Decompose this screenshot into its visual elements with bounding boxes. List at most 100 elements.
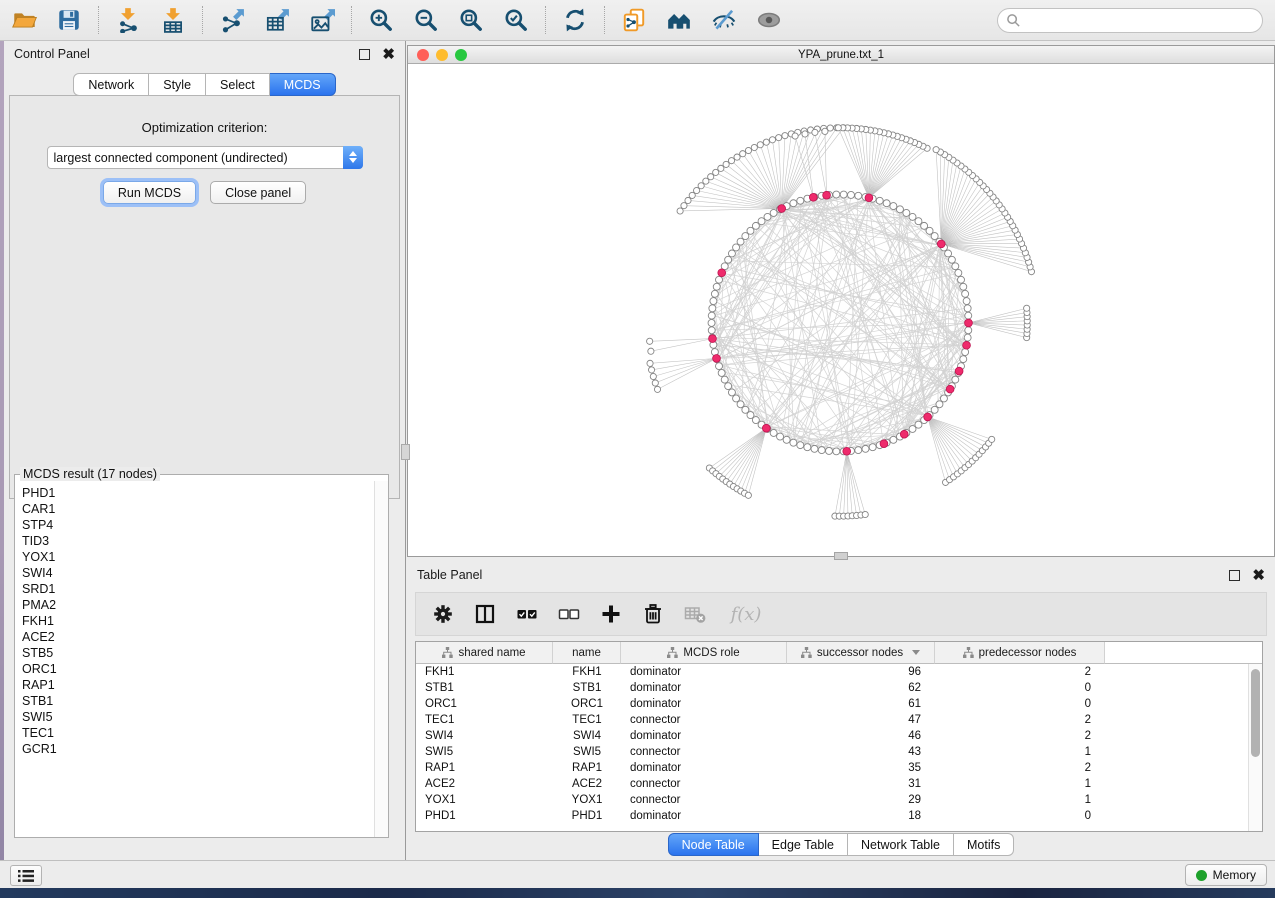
delete-table-button[interactable]: [682, 601, 708, 627]
first-neighbors-button[interactable]: [665, 6, 693, 34]
leaf-node[interactable]: [812, 129, 818, 135]
mcds-result-item[interactable]: YOX1: [22, 549, 367, 565]
network-node[interactable]: [848, 191, 855, 198]
network-node[interactable]: [833, 191, 840, 198]
run-mcds-button[interactable]: Run MCDS: [103, 181, 196, 204]
network-node[interactable]: [958, 276, 965, 283]
network-node[interactable]: [896, 206, 903, 213]
mcds-result-item[interactable]: FKH1: [22, 613, 367, 629]
leaf-node[interactable]: [751, 144, 757, 150]
leaf-node[interactable]: [802, 131, 808, 137]
leaf-node[interactable]: [734, 154, 740, 160]
close-panel-icon[interactable]: ✖: [382, 49, 395, 60]
network-node[interactable]: [952, 376, 959, 383]
export-table-button[interactable]: [263, 6, 291, 34]
network-node[interactable]: [963, 298, 970, 305]
network-node[interactable]: [770, 429, 777, 436]
table-settings-button[interactable]: [430, 601, 456, 627]
window-maximize-icon[interactable]: [455, 49, 467, 61]
network-node[interactable]: [797, 197, 804, 204]
leaf-node[interactable]: [776, 135, 782, 141]
zoom-fit-button[interactable]: [457, 6, 485, 34]
mcds-hub-node[interactable]: [778, 205, 786, 213]
leaf-node[interactable]: [792, 133, 798, 139]
network-node[interactable]: [869, 444, 876, 451]
refresh-view-button[interactable]: [561, 6, 589, 34]
function-builder-button[interactable]: f(x): [724, 601, 768, 627]
column-header-predecessor-nodes[interactable]: predecessor nodes: [935, 642, 1105, 664]
network-node[interactable]: [833, 448, 840, 455]
network-node[interactable]: [733, 395, 740, 402]
zoom-selected-button[interactable]: [502, 6, 530, 34]
leaf-node[interactable]: [648, 348, 654, 354]
network-node[interactable]: [728, 250, 735, 257]
tab-style[interactable]: Style: [149, 73, 206, 96]
leaf-node[interactable]: [782, 133, 788, 139]
network-node[interactable]: [909, 426, 916, 433]
mcds-hub-node[interactable]: [946, 385, 954, 393]
network-node[interactable]: [721, 376, 728, 383]
leaf-node[interactable]: [862, 511, 868, 517]
network-node[interactable]: [818, 447, 825, 454]
leaf-node[interactable]: [933, 147, 939, 153]
horizontal-splitter-handle[interactable]: [834, 552, 848, 560]
mcds-result-item[interactable]: STB1: [22, 693, 367, 709]
network-canvas[interactable]: [408, 65, 1274, 556]
network-node[interactable]: [876, 197, 883, 204]
mcds-result-item[interactable]: ORC1: [22, 661, 367, 677]
open-session-button[interactable]: [10, 6, 38, 34]
leaf-node[interactable]: [650, 373, 656, 379]
network-node[interactable]: [783, 436, 790, 443]
mcds-result-item[interactable]: SWI5: [22, 709, 367, 725]
leaf-node[interactable]: [647, 338, 653, 344]
leaf-node[interactable]: [745, 492, 751, 498]
leaf-node[interactable]: [718, 165, 724, 171]
clone-network-button[interactable]: [620, 6, 648, 34]
deselect-all-button[interactable]: [556, 601, 582, 627]
network-node[interactable]: [890, 203, 897, 210]
leaf-node[interactable]: [647, 360, 653, 366]
close-panel-button[interactable]: Close panel: [210, 181, 306, 204]
network-node[interactable]: [790, 200, 797, 207]
export-network-button[interactable]: [218, 6, 246, 34]
network-node[interactable]: [909, 213, 916, 220]
tab-mcds[interactable]: MCDS: [270, 73, 336, 96]
memory-button[interactable]: Memory: [1185, 864, 1267, 886]
network-node[interactable]: [962, 290, 969, 297]
table-row[interactable]: STB1STB1dominator620: [416, 680, 1248, 696]
mcds-hub-node[interactable]: [965, 319, 973, 327]
table-row[interactable]: RAP1RAP1dominator352: [416, 760, 1248, 776]
mcds-hub-node[interactable]: [713, 354, 721, 362]
leaf-node[interactable]: [822, 128, 828, 134]
leaf-node[interactable]: [763, 139, 769, 145]
show-panels-button[interactable]: [10, 865, 42, 886]
mcds-hub-node[interactable]: [963, 341, 971, 349]
mcds-hub-node[interactable]: [762, 424, 770, 432]
mcds-result-item[interactable]: ACE2: [22, 629, 367, 645]
network-node[interactable]: [725, 383, 732, 390]
network-node[interactable]: [948, 256, 955, 263]
select-all-button[interactable]: [514, 601, 540, 627]
window-minimize-icon[interactable]: [436, 49, 448, 61]
mcds-hub-node[interactable]: [900, 430, 908, 438]
table-row[interactable]: YOX1YOX1connector291: [416, 792, 1248, 808]
table-row[interactable]: TEC1TEC1connector472: [416, 712, 1248, 728]
network-node[interactable]: [709, 305, 716, 312]
network-node[interactable]: [716, 363, 723, 370]
network-node[interactable]: [708, 319, 715, 326]
network-node[interactable]: [965, 327, 972, 334]
zoom-in-button[interactable]: [367, 6, 395, 34]
mcds-hub-node[interactable]: [823, 191, 831, 199]
network-node[interactable]: [960, 283, 967, 290]
leaf-node[interactable]: [723, 161, 729, 167]
import-network-button[interactable]: [114, 6, 142, 34]
tab-select[interactable]: Select: [206, 73, 270, 96]
mcds-hub-node[interactable]: [718, 269, 726, 277]
mcds-result-item[interactable]: CAR1: [22, 501, 367, 517]
column-header-shared-name[interactable]: shared name: [416, 642, 553, 664]
tab-node-table[interactable]: Node Table: [668, 833, 759, 856]
network-node[interactable]: [708, 327, 715, 334]
zoom-out-button[interactable]: [412, 6, 440, 34]
leaf-node[interactable]: [654, 386, 660, 392]
network-node[interactable]: [890, 436, 897, 443]
